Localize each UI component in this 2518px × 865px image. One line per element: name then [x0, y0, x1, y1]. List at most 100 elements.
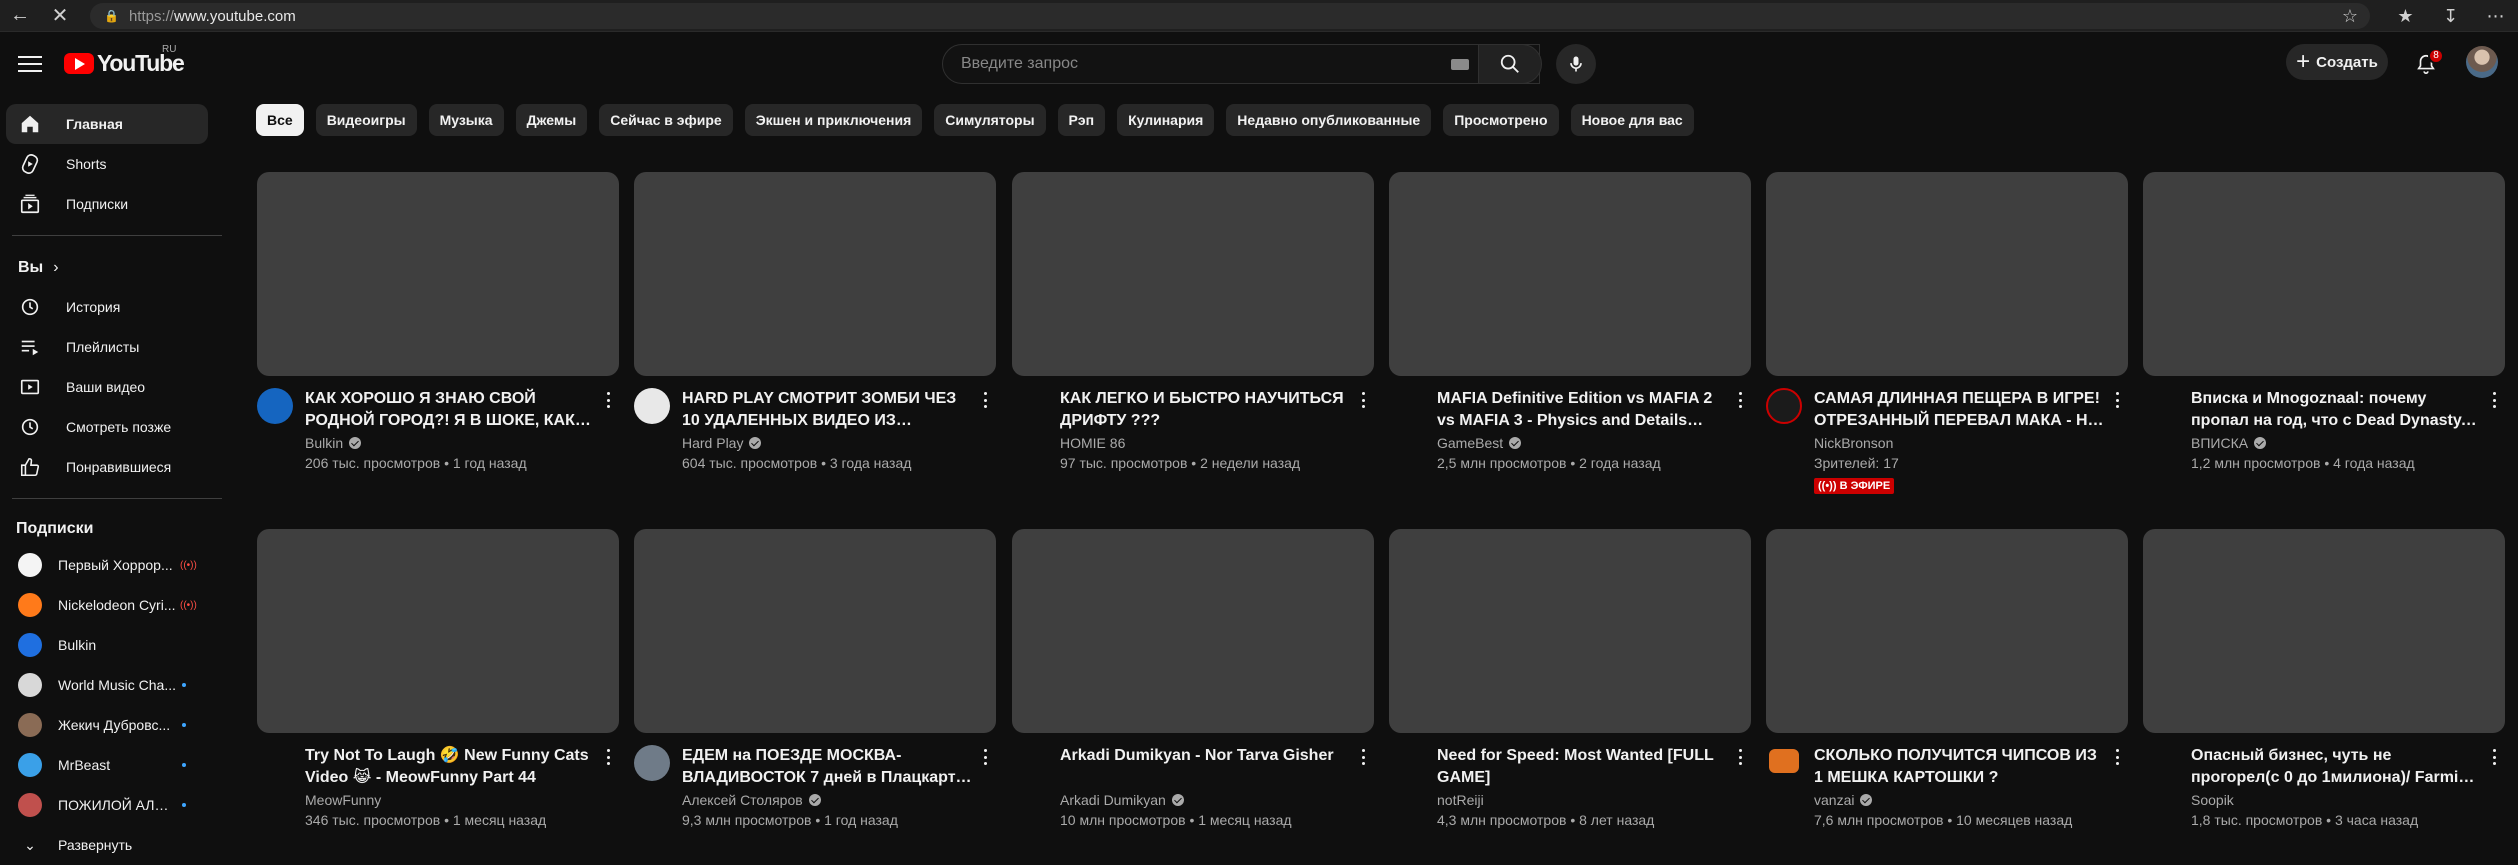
video-title[interactable]: Arkadi Dumikyan - Nor Tarva Gisher [1060, 745, 1350, 767]
create-button[interactable]: + Создать [2286, 44, 2388, 80]
sidebar-item-history[interactable]: История [6, 287, 208, 327]
sidebar-subscription[interactable]: Первый Хоррор... ((•)) [6, 545, 208, 585]
chip-watched[interactable]: Просмотрено [1443, 104, 1559, 136]
youtube-logo[interactable]: YouTube RU [64, 44, 185, 77]
video-card[interactable]: MAFIA Definitive Edition vs MAFIA 2 vs M… [1389, 172, 1751, 508]
sidebar-item-home[interactable]: Главная [6, 104, 208, 144]
channel-name[interactable]: HOMIE 86 [1060, 435, 1125, 451]
more-vert-icon[interactable] [601, 390, 615, 410]
sidebar-subscription[interactable]: World Music Cha... [6, 665, 208, 705]
sidebar-subscription[interactable]: Nickelodeon Cyri... ((•)) [6, 585, 208, 625]
downloads-icon[interactable]: ↧ [2428, 6, 2473, 27]
sidebar-item-watch-later[interactable]: Смотреть позже [6, 407, 208, 447]
video-card[interactable]: Need for Speed: Most Wanted [FULL GAME] … [1389, 529, 1751, 865]
more-vert-icon[interactable] [601, 747, 615, 767]
more-vert-icon[interactable] [1733, 390, 1747, 410]
video-title[interactable]: КАК ХОРОШО Я ЗНАЮ СВОЙ РОДНОЙ ГОРОД?! Я … [305, 388, 595, 432]
chip-simulators[interactable]: Симуляторы [934, 104, 1046, 136]
video-thumbnail[interactable] [1389, 172, 1751, 376]
sidebar-subscription[interactable]: ПОЖИЛОЙ АЛЕКС... [6, 785, 208, 825]
video-thumbnail[interactable] [634, 172, 996, 376]
more-vert-icon[interactable] [1356, 390, 1370, 410]
sidebar-you-header[interactable]: Вы › [6, 248, 208, 288]
video-card[interactable]: Try Not To Laugh 🤣 New Funny Cats Video … [257, 529, 619, 865]
chip-action[interactable]: Экшен и приключения [744, 104, 923, 136]
video-card[interactable]: Опасный бизнес, чуть не прогорел(с 0 до … [2143, 529, 2505, 865]
channel-name[interactable]: MeowFunny [305, 792, 381, 808]
channel-name[interactable]: Soopik [2191, 792, 2234, 808]
video-thumbnail[interactable] [634, 529, 996, 733]
chip-recent[interactable]: Недавно опубликованные [1226, 104, 1432, 136]
search-button[interactable] [1478, 44, 1542, 84]
channel-name[interactable]: Bulkin [305, 435, 362, 451]
video-title[interactable]: Try Not To Laugh 🤣 New Funny Cats Video … [305, 745, 595, 789]
video-title[interactable]: Вписка и Mnogoznaal: почему пропал на го… [2191, 388, 2481, 432]
channel-name[interactable]: notReiji [1437, 792, 1484, 808]
chip-jams[interactable]: Джемы [515, 104, 588, 136]
video-title[interactable]: ЕДЕМ на ПОЕЗДЕ МОСКВА-ВЛАДИВОСТОК 7 дней… [682, 745, 972, 789]
sidebar-item-subscriptions[interactable]: Подписки [6, 184, 208, 224]
more-vert-icon[interactable] [978, 390, 992, 410]
sidebar-item-your-videos[interactable]: Ваши видео [6, 367, 208, 407]
channel-avatar[interactable] [634, 745, 670, 781]
video-title[interactable]: Need for Speed: Most Wanted [FULL GAME] [1437, 745, 1727, 789]
chip-music[interactable]: Музыка [428, 104, 504, 136]
notifications-button[interactable]: 8 [2410, 48, 2444, 80]
more-vert-icon[interactable] [978, 747, 992, 767]
video-card[interactable]: СКОЛЬКО ПОЛУЧИТСЯ ЧИПСОВ ИЗ 1 МЕШКА КАРТ… [1766, 529, 2128, 865]
chip-games[interactable]: Видеоигры [315, 104, 417, 136]
video-thumbnail[interactable] [257, 529, 619, 733]
video-thumbnail[interactable] [2143, 172, 2505, 376]
more-vert-icon[interactable] [2487, 747, 2501, 767]
channel-name[interactable]: GameBest [1437, 435, 1522, 451]
channel-name[interactable]: vanzai [1814, 792, 1873, 808]
video-thumbnail[interactable] [1766, 529, 2128, 733]
sidebar-subscription[interactable]: Bulkin [6, 625, 208, 665]
video-thumbnail[interactable] [1012, 172, 1374, 376]
star-icon[interactable]: ☆ [2342, 6, 2358, 27]
channel-name[interactable]: ВПИСКА [2191, 435, 2267, 451]
chip-new[interactable]: Новое для вас [1570, 104, 1694, 136]
channel-avatar[interactable] [1769, 749, 1799, 773]
video-card[interactable]: ЕДЕМ на ПОЕЗДЕ МОСКВА-ВЛАДИВОСТОК 7 дней… [634, 529, 996, 865]
chip-live[interactable]: Сейчас в эфире [599, 104, 733, 136]
sidebar-item-liked[interactable]: Понравившиеся [6, 447, 208, 487]
more-vert-icon[interactable] [1733, 747, 1747, 767]
search-input[interactable] [961, 53, 1421, 75]
more-vert-icon[interactable] [2110, 747, 2124, 767]
video-title[interactable]: HARD PLAY СМОТРИТ ЗОМБИ ЧЕЗ 10 УДАЛЕННЫХ… [682, 388, 972, 432]
video-card[interactable]: КАК ХОРОШО Я ЗНАЮ СВОЙ РОДНОЙ ГОРОД?! Я … [257, 172, 619, 508]
back-button[interactable]: ← [0, 0, 40, 32]
sidebar-subscription[interactable]: MrBeast [6, 745, 208, 785]
video-card[interactable]: КАК ЛЕГКО И БЫСТРО НАУЧИТЬСЯ ДРИФТУ ??? … [1012, 172, 1374, 508]
video-thumbnail[interactable] [257, 172, 619, 376]
chip-all[interactable]: Все [256, 104, 304, 136]
video-card[interactable]: Вписка и Mnogoznaal: почему пропал на го… [2143, 172, 2505, 508]
video-card[interactable]: САМАЯ ДЛИННАЯ ПЕЩЕРА В ИГРЕ! ОТРЕЗАННЫЙ … [1766, 172, 2128, 508]
stop-button[interactable]: ✕ [40, 0, 80, 32]
channel-avatar[interactable] [634, 388, 670, 424]
account-avatar[interactable] [2466, 46, 2498, 78]
video-title[interactable]: САМАЯ ДЛИННАЯ ПЕЩЕРА В ИГРЕ! ОТРЕЗАННЫЙ … [1814, 388, 2104, 432]
voice-search-button[interactable] [1556, 44, 1596, 84]
favorites-icon[interactable]: ★ [2383, 6, 2428, 27]
more-vert-icon[interactable] [2487, 390, 2501, 410]
more-vert-icon[interactable] [1356, 747, 1370, 767]
address-bar[interactable]: 🔒 https://www.youtube.com ☆ [90, 3, 2370, 29]
chip-cooking[interactable]: Кулинария [1117, 104, 1215, 136]
channel-avatar[interactable] [257, 388, 293, 424]
sidebar-item-playlists[interactable]: Плейлисты [6, 327, 208, 367]
more-icon[interactable]: ⋯ [2473, 6, 2518, 27]
video-title[interactable]: MAFIA Definitive Edition vs MAFIA 2 vs M… [1437, 388, 1727, 432]
more-vert-icon[interactable] [2110, 390, 2124, 410]
video-title[interactable]: СКОЛЬКО ПОЛУЧИТСЯ ЧИПСОВ ИЗ 1 МЕШКА КАРТ… [1814, 745, 2104, 789]
menu-button[interactable] [14, 48, 46, 80]
sidebar-subscription[interactable]: Жекич Дубровс... [6, 705, 208, 745]
channel-name[interactable]: Алексей Столяров [682, 792, 821, 808]
video-card[interactable]: Arkadi Dumikyan - Nor Tarva Gisher Arkad… [1012, 529, 1374, 865]
video-thumbnail[interactable] [2143, 529, 2505, 733]
channel-name[interactable]: Hard Play [682, 435, 762, 451]
video-thumbnail[interactable] [1766, 172, 2128, 376]
video-title[interactable]: КАК ЛЕГКО И БЫСТРО НАУЧИТЬСЯ ДРИФТУ ??? [1060, 388, 1350, 432]
sidebar-item-shorts[interactable]: Shorts [6, 144, 208, 184]
